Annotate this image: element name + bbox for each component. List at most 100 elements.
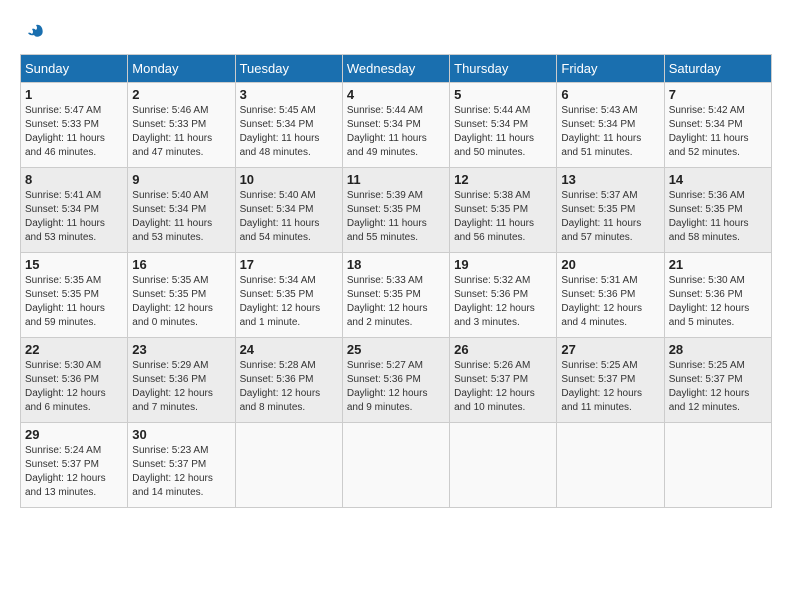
- day-detail: Sunrise: 5:32 AM Sunset: 5:36 PM Dayligh…: [454, 274, 552, 330]
- calendar-cell: 21 Sunrise: 5:30 AM Sunset: 5:36 PM Dayli…: [664, 253, 771, 338]
- calendar-cell: 26 Sunrise: 5:26 AM Sunset: 5:37 PM Dayli…: [450, 338, 557, 423]
- calendar-cell: [450, 423, 557, 508]
- day-number: 24: [240, 342, 338, 357]
- day-detail: Sunrise: 5:27 AM Sunset: 5:36 PM Dayligh…: [347, 359, 445, 415]
- calendar-cell: 11Sunrise: 5:39 AM Sunset: 5:35 PM Dayli…: [342, 168, 449, 253]
- page-header: [20, 20, 772, 44]
- calendar-cell: [235, 423, 342, 508]
- calendar-cell: 6Sunrise: 5:43 AM Sunset: 5:34 PM Daylig…: [557, 83, 664, 168]
- day-detail: Sunrise: 5:44 AM Sunset: 5:34 PM Dayligh…: [347, 104, 445, 160]
- day-header-saturday: Saturday: [664, 55, 771, 83]
- day-number: 3: [240, 87, 338, 102]
- day-detail: Sunrise: 5:30 AM Sunset: 5:36 PM Dayligh…: [25, 359, 123, 415]
- day-number: 4: [347, 87, 445, 102]
- day-headers-row: SundayMondayTuesdayWednesdayThursdayFrid…: [21, 55, 772, 83]
- calendar-cell: 16 Sunrise: 5:35 AM Sunset: 5:35 PM Dayli…: [128, 253, 235, 338]
- calendar-cell: 7 Sunrise: 5:42 AM Sunset: 5:34 PM Daylig…: [664, 83, 771, 168]
- day-detail: Sunrise: 5:36 AM Sunset: 5:35 PM Dayligh…: [669, 189, 767, 245]
- day-number: 13: [561, 172, 659, 187]
- day-header-monday: Monday: [128, 55, 235, 83]
- day-detail: Sunrise: 5:25 AM Sunset: 5:37 PM Dayligh…: [561, 359, 659, 415]
- day-number: 16: [132, 257, 230, 272]
- calendar-week-3: 15 Sunrise: 5:35 AM Sunset: 5:35 PM Dayli…: [21, 253, 772, 338]
- calendar-cell: 2 Sunrise: 5:46 AM Sunset: 5:33 PM Daylig…: [128, 83, 235, 168]
- calendar-header: SundayMondayTuesdayWednesdayThursdayFrid…: [21, 55, 772, 83]
- calendar-cell: 1Sunrise: 5:47 AM Sunset: 5:33 PM Daylig…: [21, 83, 128, 168]
- day-number: 21: [669, 257, 767, 272]
- day-detail: Sunrise: 5:39 AM Sunset: 5:35 PM Dayligh…: [347, 189, 445, 245]
- calendar-cell: 20Sunrise: 5:31 AM Sunset: 5:36 PM Dayli…: [557, 253, 664, 338]
- day-number: 2: [132, 87, 230, 102]
- day-detail: Sunrise: 5:46 AM Sunset: 5:33 PM Dayligh…: [132, 104, 230, 160]
- logo-bird-icon: [22, 20, 46, 44]
- day-number: 28: [669, 342, 767, 357]
- day-detail: Sunrise: 5:45 AM Sunset: 5:34 PM Dayligh…: [240, 104, 338, 160]
- day-detail: Sunrise: 5:35 AM Sunset: 5:35 PM Dayligh…: [25, 274, 123, 330]
- day-detail: Sunrise: 5:25 AM Sunset: 5:37 PM Dayligh…: [669, 359, 767, 415]
- calendar-cell: 10 Sunrise: 5:40 AM Sunset: 5:34 PM Dayli…: [235, 168, 342, 253]
- calendar-cell: 9 Sunrise: 5:40 AM Sunset: 5:34 PM Daylig…: [128, 168, 235, 253]
- calendar-cell: 15 Sunrise: 5:35 AM Sunset: 5:35 PM Dayli…: [21, 253, 128, 338]
- calendar-week-5: 29 Sunrise: 5:24 AM Sunset: 5:37 PM Dayli…: [21, 423, 772, 508]
- day-header-thursday: Thursday: [450, 55, 557, 83]
- calendar-cell: 25 Sunrise: 5:27 AM Sunset: 5:36 PM Dayli…: [342, 338, 449, 423]
- calendar-cell: 22 Sunrise: 5:30 AM Sunset: 5:36 PM Dayli…: [21, 338, 128, 423]
- calendar-cell: 17Sunrise: 5:34 AM Sunset: 5:35 PM Dayli…: [235, 253, 342, 338]
- day-detail: Sunrise: 5:40 AM Sunset: 5:34 PM Dayligh…: [240, 189, 338, 245]
- day-number: 7: [669, 87, 767, 102]
- calendar-cell: 13 Sunrise: 5:37 AM Sunset: 5:35 PM Dayli…: [557, 168, 664, 253]
- day-number: 20: [561, 257, 659, 272]
- day-header-tuesday: Tuesday: [235, 55, 342, 83]
- day-detail: Sunrise: 5:28 AM Sunset: 5:36 PM Dayligh…: [240, 359, 338, 415]
- calendar-cell: 14 Sunrise: 5:36 AM Sunset: 5:35 PM Dayli…: [664, 168, 771, 253]
- calendar-cell: 4 Sunrise: 5:44 AM Sunset: 5:34 PM Daylig…: [342, 83, 449, 168]
- day-detail: Sunrise: 5:26 AM Sunset: 5:37 PM Dayligh…: [454, 359, 552, 415]
- day-number: 9: [132, 172, 230, 187]
- calendar-cell: 12 Sunrise: 5:38 AM Sunset: 5:35 PM Dayli…: [450, 168, 557, 253]
- day-number: 29: [25, 427, 123, 442]
- calendar-cell: 8 Sunrise: 5:41 AM Sunset: 5:34 PM Daylig…: [21, 168, 128, 253]
- calendar-cell: 30 Sunrise: 5:23 AM Sunset: 5:37 PM Dayli…: [128, 423, 235, 508]
- day-detail: Sunrise: 5:24 AM Sunset: 5:37 PM Dayligh…: [25, 444, 123, 500]
- day-detail: Sunrise: 5:30 AM Sunset: 5:36 PM Dayligh…: [669, 274, 767, 330]
- day-number: 12: [454, 172, 552, 187]
- calendar-cell: 5Sunrise: 5:44 AM Sunset: 5:34 PM Daylig…: [450, 83, 557, 168]
- day-number: 8: [25, 172, 123, 187]
- calendar-cell: 18Sunrise: 5:33 AM Sunset: 5:35 PM Dayli…: [342, 253, 449, 338]
- day-number: 23: [132, 342, 230, 357]
- calendar-cell: 3 Sunrise: 5:45 AM Sunset: 5:34 PM Daylig…: [235, 83, 342, 168]
- calendar-cell: 28 Sunrise: 5:25 AM Sunset: 5:37 PM Dayli…: [664, 338, 771, 423]
- calendar-cell: 27Sunrise: 5:25 AM Sunset: 5:37 PM Dayli…: [557, 338, 664, 423]
- calendar-body: 1Sunrise: 5:47 AM Sunset: 5:33 PM Daylig…: [21, 83, 772, 508]
- day-detail: Sunrise: 5:40 AM Sunset: 5:34 PM Dayligh…: [132, 189, 230, 245]
- calendar-cell: [557, 423, 664, 508]
- day-number: 26: [454, 342, 552, 357]
- calendar-cell: [342, 423, 449, 508]
- day-detail: Sunrise: 5:38 AM Sunset: 5:35 PM Dayligh…: [454, 189, 552, 245]
- day-number: 25: [347, 342, 445, 357]
- calendar-week-2: 8 Sunrise: 5:41 AM Sunset: 5:34 PM Daylig…: [21, 168, 772, 253]
- day-number: 30: [132, 427, 230, 442]
- calendar-week-4: 22 Sunrise: 5:30 AM Sunset: 5:36 PM Dayli…: [21, 338, 772, 423]
- day-header-sunday: Sunday: [21, 55, 128, 83]
- day-number: 22: [25, 342, 123, 357]
- day-number: 1: [25, 87, 123, 102]
- calendar-cell: 19Sunrise: 5:32 AM Sunset: 5:36 PM Dayli…: [450, 253, 557, 338]
- day-detail: Sunrise: 5:33 AM Sunset: 5:35 PM Dayligh…: [347, 274, 445, 330]
- calendar-week-1: 1Sunrise: 5:47 AM Sunset: 5:33 PM Daylig…: [21, 83, 772, 168]
- day-detail: Sunrise: 5:23 AM Sunset: 5:37 PM Dayligh…: [132, 444, 230, 500]
- day-detail: Sunrise: 5:35 AM Sunset: 5:35 PM Dayligh…: [132, 274, 230, 330]
- day-detail: Sunrise: 5:43 AM Sunset: 5:34 PM Dayligh…: [561, 104, 659, 160]
- day-number: 10: [240, 172, 338, 187]
- day-detail: Sunrise: 5:41 AM Sunset: 5:34 PM Dayligh…: [25, 189, 123, 245]
- day-number: 14: [669, 172, 767, 187]
- day-header-wednesday: Wednesday: [342, 55, 449, 83]
- calendar-cell: 29 Sunrise: 5:24 AM Sunset: 5:37 PM Dayli…: [21, 423, 128, 508]
- day-detail: Sunrise: 5:37 AM Sunset: 5:35 PM Dayligh…: [561, 189, 659, 245]
- calendar-cell: 24 Sunrise: 5:28 AM Sunset: 5:36 PM Dayli…: [235, 338, 342, 423]
- day-detail: Sunrise: 5:42 AM Sunset: 5:34 PM Dayligh…: [669, 104, 767, 160]
- day-number: 15: [25, 257, 123, 272]
- day-number: 17: [240, 257, 338, 272]
- calendar-cell: [664, 423, 771, 508]
- day-number: 5: [454, 87, 552, 102]
